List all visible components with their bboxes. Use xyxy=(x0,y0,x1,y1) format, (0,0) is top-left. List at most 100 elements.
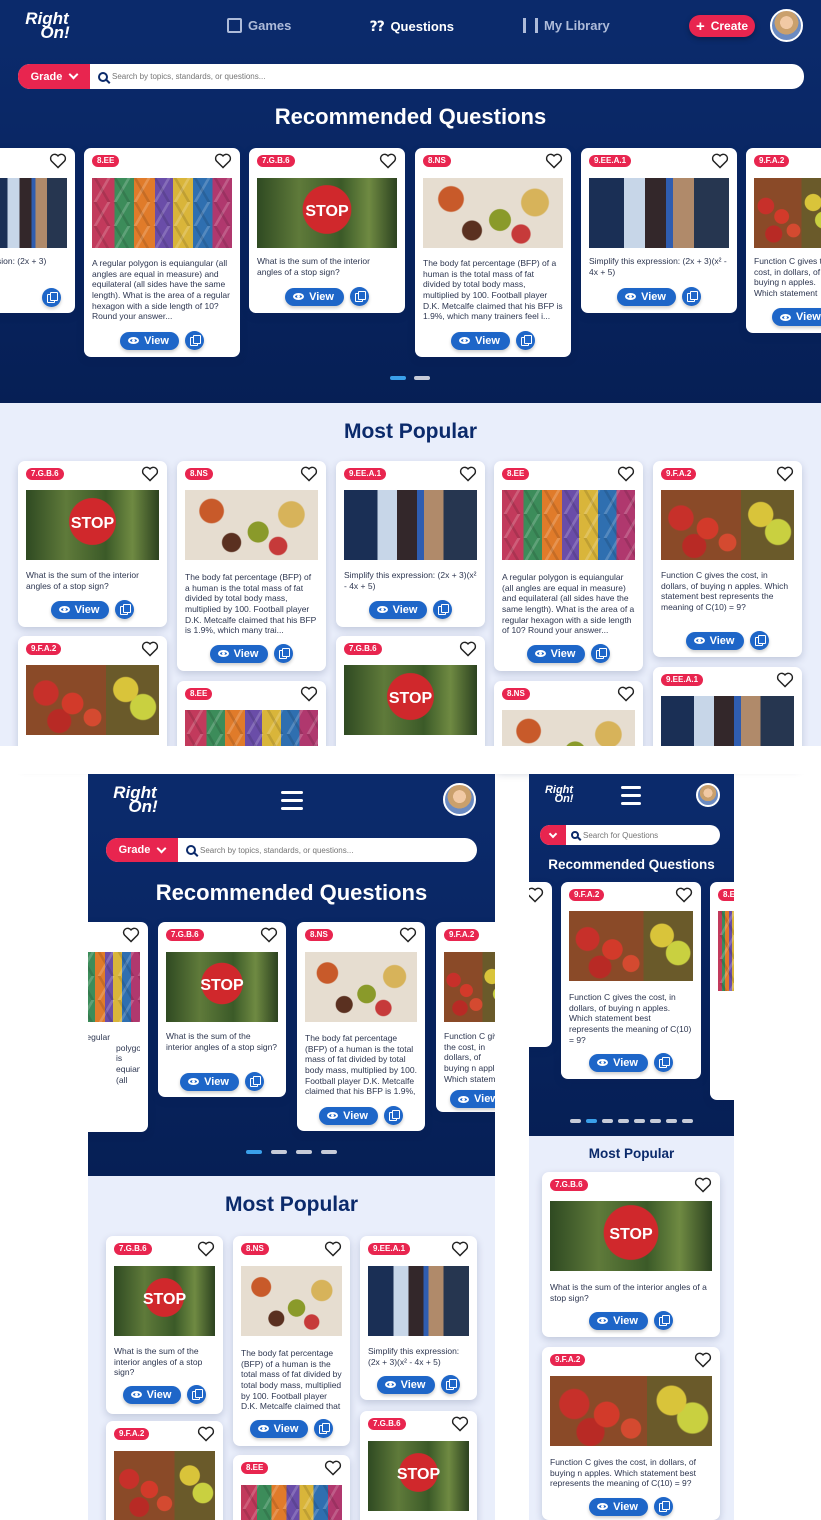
carousel-dot[interactable] xyxy=(586,1119,597,1123)
heart-icon[interactable] xyxy=(711,153,729,169)
copy-icon[interactable] xyxy=(653,1053,673,1072)
heart-icon[interactable] xyxy=(324,1460,342,1476)
heart-icon[interactable] xyxy=(459,641,477,657)
copy-icon[interactable] xyxy=(653,1497,673,1516)
question-card[interactable]: 9.F.A.2 Function C gives the cost, in do… xyxy=(746,148,821,333)
logo[interactable]: Right On! xyxy=(16,10,78,42)
grade-dropdown[interactable]: Grade xyxy=(106,838,178,862)
copy-icon[interactable] xyxy=(115,600,135,619)
carousel-dot[interactable] xyxy=(271,1150,287,1154)
view-button[interactable]: View xyxy=(319,1106,378,1125)
question-card[interactable]: A regular polygon is equiangular (all an… xyxy=(88,922,148,1132)
avatar[interactable] xyxy=(443,783,476,816)
search-input[interactable] xyxy=(196,845,477,855)
heart-icon[interactable] xyxy=(122,927,140,943)
question-card[interactable]: 7.G.B.6 STOP What is the sum of the inte… xyxy=(542,1172,720,1337)
question-card[interactable]: 7.G.B.6 STOP xyxy=(360,1411,477,1520)
question-card[interactable]: 9.EE.A.1 Simplify this expression: (2x +… xyxy=(336,461,485,627)
copy-icon[interactable] xyxy=(383,1106,403,1125)
search-input[interactable] xyxy=(108,72,804,81)
view-button[interactable]: View xyxy=(772,308,821,326)
question-card[interactable]: 9.F.A.2 Function C gives the cost, in do… xyxy=(436,922,495,1112)
view-button[interactable]: View xyxy=(285,287,344,306)
copy-icon[interactable] xyxy=(591,644,611,663)
heart-icon[interactable] xyxy=(141,466,159,482)
copy-icon[interactable] xyxy=(441,1375,461,1394)
heart-icon[interactable] xyxy=(49,153,67,169)
view-button[interactable]: View xyxy=(617,287,676,306)
nav-library[interactable]: My Library xyxy=(523,18,610,33)
question-card[interactable]: 8.EE xyxy=(233,1455,350,1520)
heart-icon[interactable] xyxy=(197,1241,215,1257)
menu-icon[interactable] xyxy=(281,791,303,815)
heart-icon[interactable] xyxy=(300,686,318,702)
question-card[interactable]: ession: (2x + 3) xyxy=(0,148,75,313)
copy-icon[interactable] xyxy=(184,331,204,350)
carousel-dot[interactable] xyxy=(666,1119,677,1123)
view-button[interactable]: View xyxy=(685,631,745,650)
carousel-dot[interactable] xyxy=(321,1150,337,1154)
grade-dropdown[interactable]: Grade xyxy=(18,64,90,89)
heart-icon[interactable] xyxy=(300,466,318,482)
carousel-dot[interactable] xyxy=(414,376,430,380)
create-button[interactable]: + Create xyxy=(689,15,755,37)
carousel-dot[interactable] xyxy=(296,1150,312,1154)
heart-icon[interactable] xyxy=(324,1241,342,1257)
view-button[interactable]: View xyxy=(589,1497,648,1516)
view-button[interactable]: View xyxy=(589,1053,648,1072)
heart-icon[interactable] xyxy=(451,1241,469,1257)
question-card[interactable]: 8.NS The body fat percentage (BFP) of a … xyxy=(415,148,571,357)
view-button[interactable]: View xyxy=(368,600,428,619)
heart-icon[interactable] xyxy=(141,641,159,657)
copy-icon[interactable] xyxy=(515,331,535,350)
view-button[interactable]: View xyxy=(122,1385,182,1404)
copy-icon[interactable] xyxy=(750,631,770,650)
nav-questions[interactable]: ⁇ Questions xyxy=(370,18,454,35)
carousel-dot[interactable] xyxy=(650,1119,661,1123)
copy-icon[interactable] xyxy=(314,1419,334,1438)
heart-icon[interactable] xyxy=(214,153,232,169)
question-card[interactable]: 7.G.B.6 STOP What is the sum of the inte… xyxy=(18,461,167,627)
question-card[interactable]: 9.EE.A.1 Simplify this expression: (2x +… xyxy=(581,148,737,313)
avatar[interactable] xyxy=(696,783,720,807)
question-card[interactable]: 8.EE xyxy=(710,882,734,1100)
logo[interactable]: Right On! xyxy=(104,784,166,816)
view-button[interactable]: View xyxy=(50,600,110,619)
question-card[interactable]: 8.NS The body fat percentage (BFP) of a … xyxy=(297,922,425,1131)
question-card[interactable]: 7.G.B.6 STOP What is the sum of the inte… xyxy=(249,148,405,313)
heart-icon[interactable] xyxy=(776,466,794,482)
question-card[interactable] xyxy=(529,882,552,1047)
heart-icon[interactable] xyxy=(545,153,563,169)
copy-icon[interactable] xyxy=(187,1385,207,1404)
carousel-dot[interactable] xyxy=(634,1119,645,1123)
heart-icon[interactable] xyxy=(617,686,635,702)
heart-icon[interactable] xyxy=(529,887,544,903)
copy-icon[interactable] xyxy=(653,1311,673,1330)
view-button[interactable]: View xyxy=(526,644,586,663)
heart-icon[interactable] xyxy=(694,1177,712,1193)
heart-icon[interactable] xyxy=(197,1426,215,1442)
carousel-dot[interactable] xyxy=(682,1119,693,1123)
question-card[interactable]: 8.NS The body fat percentage (BFP) of a … xyxy=(177,461,326,671)
question-card[interactable]: 8.EE A regular polygon is equiangular (a… xyxy=(494,461,643,671)
heart-icon[interactable] xyxy=(694,1352,712,1368)
menu-icon[interactable] xyxy=(621,786,641,810)
carousel-dot[interactable] xyxy=(570,1119,581,1123)
view-button[interactable]: View xyxy=(180,1072,239,1091)
question-card[interactable]: 9.F.A.2 Function C gives the cost, in do… xyxy=(542,1347,720,1520)
copy-icon[interactable] xyxy=(42,288,61,307)
question-card[interactable]: 8.NS The body fat percentage (BFP) of a … xyxy=(233,1236,350,1446)
view-button[interactable]: View xyxy=(589,1311,648,1330)
view-button[interactable]: View xyxy=(450,1090,495,1108)
logo[interactable]: Right On! xyxy=(539,784,579,805)
copy-icon[interactable] xyxy=(433,600,453,619)
question-card[interactable]: 7.G.B.6 STOP What is the sum of the inte… xyxy=(106,1236,223,1414)
carousel-dot[interactable] xyxy=(390,376,406,380)
question-card[interactable]: 9.EE.A.1 Simplify this expression: (2x +… xyxy=(360,1236,477,1400)
copy-icon[interactable] xyxy=(681,287,701,306)
heart-icon[interactable] xyxy=(617,466,635,482)
heart-icon[interactable] xyxy=(451,1416,469,1432)
view-button[interactable]: View xyxy=(451,331,510,350)
question-card[interactable]: 8.EE A regular polygon is equiangular (a… xyxy=(84,148,240,357)
copy-icon[interactable] xyxy=(274,644,294,663)
